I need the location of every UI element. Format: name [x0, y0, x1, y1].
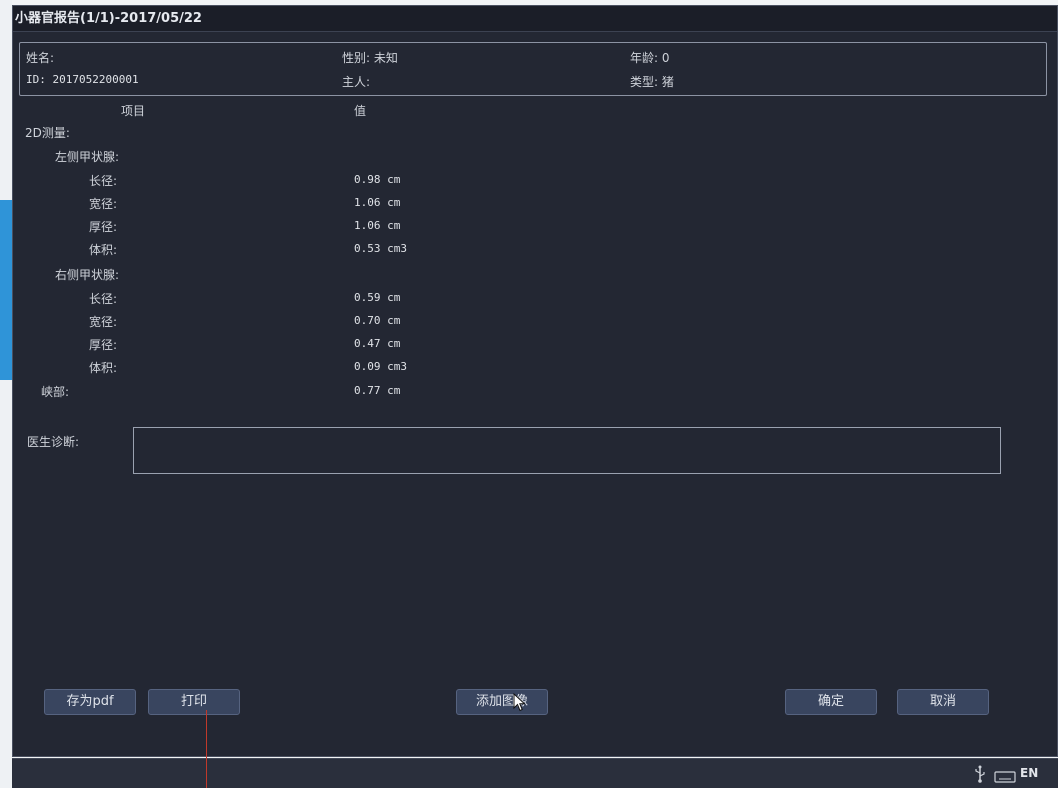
window-title: 小器官报告(1/1)-2017/05/22	[13, 6, 1057, 32]
keyboard-icon[interactable]	[994, 768, 1016, 787]
right-width-label: 宽径:	[89, 315, 118, 329]
isthmus-label: 峡部:	[41, 385, 70, 399]
left-thickness-label: 厚径:	[89, 220, 118, 234]
cancel-button[interactable]: 取消	[897, 689, 989, 715]
add-image-button[interactable]: 添加图像	[456, 689, 548, 715]
patient-id: ID: 2017052200001	[26, 73, 139, 86]
section-2d-measure: 2D测量:	[25, 126, 70, 140]
group-left-thyroid: 左侧甲状腺:	[55, 150, 120, 164]
right-thickness-value: 0.47 cm	[354, 337, 401, 350]
left-length-label: 长径:	[89, 174, 118, 188]
right-volume-label: 体积:	[89, 361, 118, 375]
left-length-value: 0.98 cm	[354, 173, 401, 186]
diagnosis-label: 医生诊断:	[27, 435, 80, 449]
report-window: 小器官报告(1/1)-2017/05/22 姓名: ID: 2017052200…	[12, 5, 1058, 757]
diagnosis-input[interactable]	[133, 427, 1001, 474]
left-width-value: 1.06 cm	[354, 196, 401, 209]
patient-type: 类型: 猪	[630, 75, 674, 89]
patient-info-box: 姓名: ID: 2017052200001 性别: 未知 主人: 年龄: 0 类…	[19, 42, 1047, 96]
mouse-cursor-icon	[513, 692, 527, 717]
desktop-left-accent	[0, 200, 12, 380]
right-length-value: 0.59 cm	[354, 291, 401, 304]
patient-name-label: 姓名:	[26, 51, 55, 65]
left-volume-label: 体积:	[89, 243, 118, 257]
group-right-thyroid: 右侧甲状腺:	[55, 268, 120, 282]
right-length-label: 长径:	[89, 292, 118, 306]
print-button[interactable]: 打印	[148, 689, 240, 715]
save-pdf-button[interactable]: 存为pdf	[44, 689, 136, 715]
patient-age: 年龄: 0	[630, 51, 670, 65]
left-volume-value: 0.53 cm3	[354, 242, 407, 255]
patient-owner: 主人:	[342, 75, 371, 89]
left-width-label: 宽径:	[89, 197, 118, 211]
right-width-value: 0.70 cm	[354, 314, 401, 327]
patient-gender: 性别: 未知	[342, 51, 398, 65]
confirm-button[interactable]: 确定	[785, 689, 877, 715]
left-thickness-value: 1.06 cm	[354, 219, 401, 232]
right-thickness-label: 厚径:	[89, 338, 118, 352]
desktop-left-strip	[0, 0, 12, 788]
isthmus-value: 0.77 cm	[354, 384, 401, 397]
language-indicator[interactable]: EN	[1020, 766, 1038, 780]
red-marker-line	[206, 710, 207, 788]
right-volume-value: 0.09 cm3	[354, 360, 407, 373]
column-header-value: 值	[354, 104, 367, 118]
column-header-item: 项目	[121, 104, 146, 118]
usb-icon	[974, 765, 986, 787]
taskbar: EN	[12, 758, 1058, 788]
